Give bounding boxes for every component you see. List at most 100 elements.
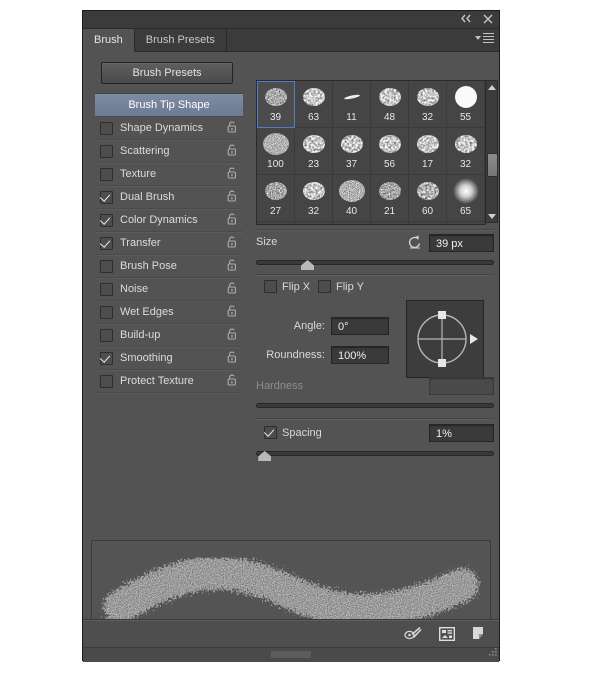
option-row-brush-pose[interactable]: Brush Pose [95, 255, 243, 278]
brush-presets-button[interactable]: Brush Presets [101, 62, 233, 84]
option-checkbox[interactable] [100, 351, 113, 365]
roundness-input[interactable]: 100% [331, 346, 389, 364]
brush-tip-cell[interactable]: 40 [333, 175, 371, 222]
tab-brush-presets-label: Brush Presets [145, 34, 215, 46]
size-input[interactable]: 39 px [429, 234, 494, 252]
option-row-shape-dynamics[interactable]: Shape Dynamics [95, 117, 243, 140]
brush-tip-size: 63 [307, 112, 320, 123]
spacing-checkbox[interactable] [264, 426, 277, 439]
option-label: Texture [120, 168, 157, 180]
brush-tip-cell[interactable]: 55 [447, 81, 485, 128]
option-checkbox[interactable] [100, 374, 113, 388]
panel-menu-icon[interactable] [475, 33, 494, 43]
option-label: Protect Texture [120, 375, 194, 387]
spacing-slider[interactable] [256, 448, 494, 461]
option-row-wet-edges[interactable]: Wet Edges [95, 301, 243, 324]
brush-tip-cell[interactable]: 23 [295, 128, 333, 175]
brush-tip-grid[interactable]: 39 63 11 48 32 55 100 23 37 56 17 32 27 32 40 21 60 65 [256, 80, 486, 225]
brush-grid-scrollbar[interactable] [485, 80, 498, 223]
brush-tip-size: 11 [346, 112, 357, 123]
scroll-down-arrow-icon[interactable] [486, 210, 497, 222]
brush-tip-cell[interactable]: 65 [447, 175, 485, 222]
option-checkbox[interactable] [100, 236, 113, 250]
option-row-dual-brush[interactable]: Dual Brush [95, 186, 243, 209]
option-checkbox[interactable] [100, 190, 113, 204]
option-checkbox[interactable] [100, 121, 113, 135]
option-label: Build-up [120, 329, 161, 341]
option-checkbox[interactable] [100, 259, 113, 273]
option-label: Dual Brush [120, 191, 175, 203]
brush-option-list: Brush Tip Shape Shape Dynamics Scattering T… [95, 93, 243, 393]
brush-tip-cell[interactable] [371, 222, 409, 224]
spacing-input[interactable]: 1% [429, 424, 494, 442]
option-row-transfer[interactable]: Transfer [95, 232, 243, 255]
brush-tip-cell[interactable]: 48 [371, 81, 409, 128]
panel-resize-corner-icon[interactable] [487, 648, 497, 658]
close-icon[interactable] [481, 12, 494, 25]
brush-tip-cell[interactable]: 37 [333, 128, 371, 175]
flip-x-label: Flip X [282, 280, 311, 293]
brush-tip-cell[interactable]: 32 [409, 81, 447, 128]
flip-x-row[interactable]: Flip X [259, 280, 310, 293]
flip-y-row[interactable]: Flip Y [313, 280, 364, 293]
flip-x-checkbox[interactable] [264, 280, 277, 293]
brush-tip-cell[interactable]: 21 [371, 175, 409, 222]
option-checkbox[interactable] [100, 213, 113, 227]
tab-brush-label: Brush [94, 34, 123, 46]
option-row-noise[interactable]: Noise [95, 278, 243, 301]
option-row-texture[interactable]: Texture [95, 163, 243, 186]
option-row-protect-texture[interactable]: Protect Texture [95, 370, 243, 393]
roundness-label: Roundness: [266, 349, 325, 361]
option-checkbox[interactable] [100, 305, 113, 319]
tab-brush-presets[interactable]: Brush Presets [135, 29, 227, 51]
scroll-up-arrow-icon[interactable] [486, 81, 497, 93]
brush-tip-cell[interactable]: 17 [409, 128, 447, 175]
option-row-brush-tip-shape[interactable]: Brush Tip Shape [95, 94, 243, 117]
angle-input[interactable]: 0° [331, 317, 389, 335]
option-row-smoothing[interactable]: Smoothing [95, 347, 243, 370]
option-checkbox[interactable] [100, 282, 113, 296]
panel-resize-grip[interactable] [271, 651, 311, 658]
size-slider[interactable] [256, 257, 494, 270]
brush-tip-cell[interactable]: 32 [447, 128, 485, 175]
brush-tip-cell[interactable]: 63 [295, 81, 333, 128]
tab-brush[interactable]: Brush [83, 29, 135, 52]
spacing-row[interactable]: Spacing [259, 426, 322, 439]
create-new-brush-icon[interactable] [470, 624, 489, 643]
scrollbar-thumb[interactable] [487, 153, 498, 177]
brush-tip-size: 56 [383, 159, 396, 170]
brush-tip-cell[interactable]: 56 [371, 128, 409, 175]
brush-tip-cell[interactable]: 27 [257, 175, 295, 222]
open-preset-manager-icon[interactable] [437, 624, 456, 643]
angle-label: Angle: [293, 320, 325, 332]
brush-tip-cell[interactable]: 32 [295, 175, 333, 222]
brush-tip-size: 37 [345, 159, 358, 170]
reset-size-icon[interactable] [407, 234, 423, 255]
angle-roundness-dial[interactable] [406, 300, 484, 378]
brush-tip-size: 32 [459, 159, 472, 170]
option-label: Scattering [120, 145, 170, 157]
brush-tip-cell[interactable]: 60 [409, 175, 447, 222]
brush-tip-cell[interactable] [257, 222, 295, 224]
option-checkbox[interactable] [100, 167, 113, 181]
option-checkbox[interactable] [100, 328, 113, 342]
brush-tip-size: 39 [269, 112, 282, 123]
double-chevron-left-icon[interactable] [459, 12, 472, 25]
option-row-scattering[interactable]: Scattering [95, 140, 243, 163]
size-label: Size [256, 236, 278, 248]
brush-tip-size: 32 [421, 112, 434, 123]
brush-tip-size: 27 [269, 206, 282, 217]
option-checkbox[interactable] [100, 144, 113, 158]
brush-tip-cell[interactable] [333, 222, 371, 224]
toggle-brush-pressure-icon[interactable] [404, 624, 423, 643]
flip-y-checkbox[interactable] [318, 280, 331, 293]
brush-tip-size: 48 [383, 112, 396, 123]
option-row-build-up[interactable]: Build-up [95, 324, 243, 347]
brush-tip-cell[interactable] [409, 222, 447, 224]
brush-tip-cell[interactable]: 39 [257, 81, 295, 128]
brush-tip-cell[interactable] [447, 222, 485, 224]
brush-tip-cell[interactable] [295, 222, 333, 224]
brush-tip-cell[interactable]: 11 [333, 81, 371, 128]
brush-tip-cell[interactable]: 100 [257, 128, 295, 175]
option-row-color-dynamics[interactable]: Color Dynamics [95, 209, 243, 232]
